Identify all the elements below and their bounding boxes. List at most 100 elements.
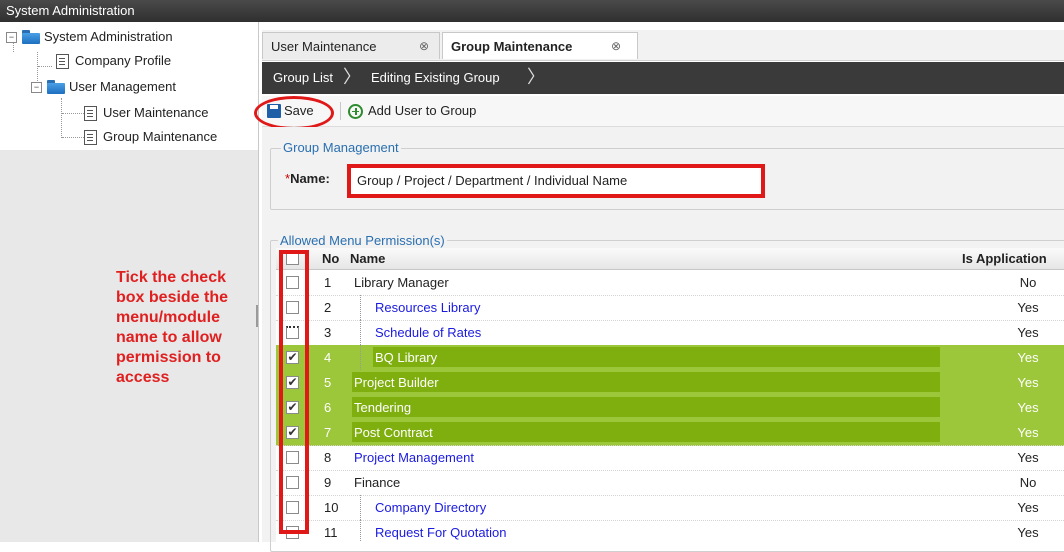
page-icon xyxy=(56,53,69,69)
window-title: System Administration xyxy=(0,0,1064,22)
menu-name[interactable]: Company Directory xyxy=(375,495,486,520)
menu-name[interactable]: Resources Library xyxy=(375,295,481,320)
close-icon[interactable]: ⊗ xyxy=(419,33,429,60)
table-row[interactable]: 11 Request For Quotation Yes xyxy=(276,520,1064,542)
menu-name[interactable]: Schedule of Rates xyxy=(375,320,481,345)
page-icon xyxy=(84,105,97,121)
table-row[interactable]: ✔ 4 BQ Library Yes xyxy=(276,345,1064,371)
breadcrumb-group-list[interactable]: Group List xyxy=(273,62,333,94)
tree-node-group-maintenance[interactable]: Group Maintenance xyxy=(84,126,218,148)
row-number: 6 xyxy=(324,400,332,415)
checkbox-highlight-box xyxy=(279,250,309,534)
collapse-icon[interactable]: − xyxy=(6,31,17,43)
table-row[interactable]: 1 Library Manager No xyxy=(276,270,1064,296)
add-user-label: Add User to Group xyxy=(368,103,477,118)
is-application-value: Yes xyxy=(1017,375,1039,390)
tree-node-label: System Administration xyxy=(44,29,173,44)
menu-name: Library Manager xyxy=(354,275,449,290)
table-row[interactable]: ✔ 5 Project Builder Yes xyxy=(276,370,1064,396)
table-row[interactable]: 2 Resources Library Yes xyxy=(276,295,1064,321)
grid-header: No Name Is Application xyxy=(276,248,1064,270)
table-row[interactable]: 8 Project Management Yes xyxy=(276,445,1064,471)
name-highlight xyxy=(352,422,940,442)
is-application-value: Yes xyxy=(1017,325,1039,340)
add-icon xyxy=(348,103,363,119)
is-application-value: Yes xyxy=(1017,350,1039,365)
navigation-tree: − System Administration Company Profile … xyxy=(0,22,258,150)
row-number: 7 xyxy=(324,425,332,440)
breadcrumb: Group List 〉 Editing Existing Group 〉 xyxy=(262,62,1064,94)
chevron-right-icon: 〉 xyxy=(343,67,361,87)
add-user-to-group-button[interactable]: Add User to Group xyxy=(348,99,476,123)
tree-node-user-management[interactable]: − User Management xyxy=(31,76,176,98)
close-icon[interactable]: ⊗ xyxy=(611,33,621,60)
tree-node-company-profile[interactable]: Company Profile xyxy=(56,50,171,72)
table-row[interactable]: ✔ 6 Tendering Yes xyxy=(276,395,1064,421)
group-management-legend: Group Management xyxy=(281,140,401,155)
row-number: 8 xyxy=(324,450,332,465)
tree-indent-line xyxy=(360,345,361,370)
table-row[interactable]: 3 Schedule of Rates Yes xyxy=(276,320,1064,346)
name-highlight xyxy=(352,372,940,392)
is-application-value: Yes xyxy=(1017,525,1039,540)
menu-name[interactable]: Project Builder xyxy=(354,370,439,395)
menu-name[interactable]: Post Contract xyxy=(354,420,433,445)
permissions-legend: Allowed Menu Permission(s) xyxy=(278,233,447,248)
column-header-name[interactable]: Name xyxy=(350,248,385,269)
table-row[interactable]: ✔ 7 Post Contract Yes xyxy=(276,420,1064,446)
menu-name[interactable]: Tendering xyxy=(354,395,411,420)
row-number: 3 xyxy=(324,325,332,340)
name-highlight xyxy=(352,397,940,417)
breadcrumb-editing-group[interactable]: Editing Existing Group xyxy=(371,62,500,94)
menu-name: Finance xyxy=(354,475,401,490)
row-number: 1 xyxy=(324,275,332,290)
toolbar: Save Add User to Group xyxy=(262,96,1064,127)
folder-icon xyxy=(22,30,40,44)
is-application-value: Yes xyxy=(1017,300,1039,315)
is-application-value: Yes xyxy=(1017,400,1039,415)
tree-indent-line xyxy=(360,295,361,320)
tree-node-label: Company Profile xyxy=(75,53,172,68)
column-header-is-application[interactable]: Is Application xyxy=(962,248,1047,269)
is-application-value: No xyxy=(1019,275,1037,290)
tab-label: Group Maintenance xyxy=(451,39,573,54)
tab-strip: User Maintenance ⊗ Group Maintenance ⊗ xyxy=(262,30,1064,61)
menu-name[interactable]: Request For Quotation xyxy=(375,520,507,542)
row-number: 2 xyxy=(324,300,332,315)
tree-node-user-maintenance[interactable]: User Maintenance xyxy=(84,102,209,124)
save-highlight-oval xyxy=(254,96,334,130)
menu-name[interactable]: BQ Library xyxy=(375,345,437,370)
name-label: *Name: xyxy=(285,171,330,186)
panel-splitter-handle[interactable] xyxy=(256,305,258,327)
table-row[interactable]: 10 Company Directory Yes xyxy=(276,495,1064,521)
tree-indent-line xyxy=(360,495,361,520)
tree-node-label: User Maintenance xyxy=(103,105,209,120)
column-header-no[interactable]: No xyxy=(322,248,339,269)
menu-name[interactable]: Project Management xyxy=(354,445,474,470)
row-number: 9 xyxy=(324,475,332,490)
row-number: 10 xyxy=(324,500,339,515)
permissions-grid: No Name Is Application 1 Library Manager N… xyxy=(276,248,1064,542)
collapse-icon[interactable]: − xyxy=(31,81,42,93)
row-number: 11 xyxy=(324,525,338,540)
instruction-annotation: Tick the check box beside the menu/modul… xyxy=(116,269,229,386)
tree-node-label: Group Maintenance xyxy=(103,129,218,144)
page-icon xyxy=(84,129,97,145)
name-label-text: Name: xyxy=(290,171,330,186)
chevron-right-icon: 〉 xyxy=(527,67,545,87)
tree-node-system-administration[interactable]: − System Administration xyxy=(6,26,173,48)
is-application-value: Yes xyxy=(1017,500,1039,515)
folder-icon xyxy=(47,80,65,94)
group-name-input[interactable]: Group / Project / Department / Individua… xyxy=(347,164,765,198)
tab-user-maintenance[interactable]: User Maintenance ⊗ xyxy=(262,32,440,59)
tree-indent-line xyxy=(360,520,361,542)
table-row[interactable]: 9 Finance No xyxy=(276,470,1064,496)
tab-group-maintenance[interactable]: Group Maintenance ⊗ xyxy=(442,32,638,59)
row-number: 4 xyxy=(324,350,332,365)
is-application-value: No xyxy=(1019,475,1037,490)
row-number: 5 xyxy=(324,375,332,390)
tree-node-label: User Management xyxy=(69,79,176,94)
name-highlight xyxy=(373,347,940,367)
is-application-value: Yes xyxy=(1017,425,1039,440)
tree-indent-line xyxy=(360,320,361,345)
